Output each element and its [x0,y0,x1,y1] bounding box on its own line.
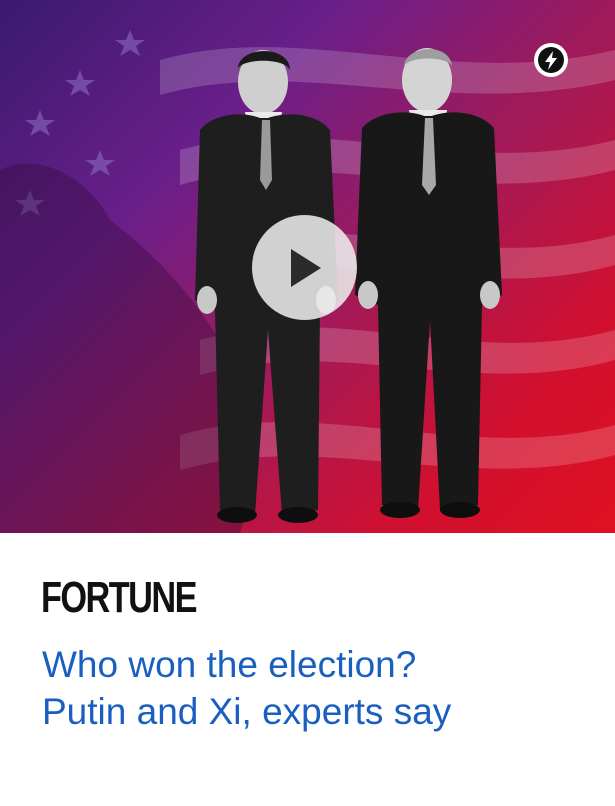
article-headline-link[interactable]: Who won the election? Putin and Xi, expe… [42,641,602,735]
video-thumbnail[interactable] [0,0,615,533]
amp-lightning-icon [534,43,568,77]
headline-line-2: Putin and Xi, experts say [42,691,452,732]
play-button[interactable] [252,215,357,320]
publisher-logo: FORTUNE [41,573,198,622]
news-card[interactable]: FORTUNE Who won the election? Putin and … [0,0,615,806]
headline-line-1: Who won the election? [42,644,417,685]
play-icon [290,248,321,287]
